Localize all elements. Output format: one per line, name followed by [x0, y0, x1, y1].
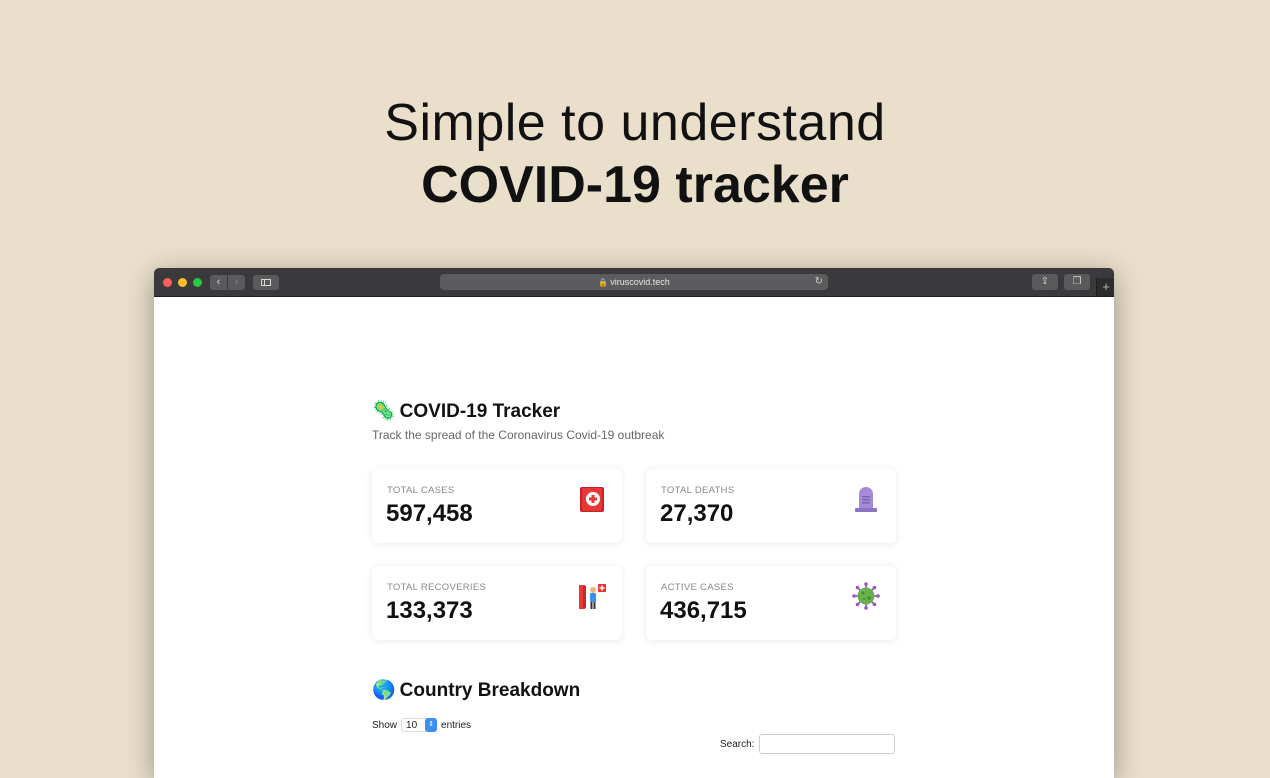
stat-value: 436,715 [660, 597, 747, 624]
reload-icon[interactable]: ↻ [815, 274, 823, 290]
stat-card-total-deaths: TOTAL DEATHS 27,370 [646, 469, 896, 543]
plus-icon: + [1102, 279, 1110, 294]
hero-line-2: COVID-19 tracker [421, 156, 849, 214]
new-tab-button[interactable]: + [1096, 278, 1114, 296]
page-subtitle: Track the spread of the Coronavirus Covi… [372, 428, 665, 442]
stat-card-total-cases: TOTAL CASES 597,458 [372, 469, 622, 543]
stat-label: TOTAL DEATHS [661, 485, 735, 496]
hero-heading: Simple to understand COVID-19 tracker [0, 92, 1270, 216]
forward-button[interactable]: › [228, 275, 245, 290]
entries-length-control: Show 10 ⇕ entries [372, 718, 471, 732]
share-icon: ⇪ [1040, 276, 1050, 287]
address-bar[interactable]: 🔒 viruscovid.tech ↻ [440, 274, 828, 290]
close-window-button[interactable] [163, 278, 172, 287]
country-breakdown-heading: 🌎 Country Breakdown [372, 678, 580, 702]
lock-icon: 🔒 [598, 278, 609, 287]
first-aid-kit-icon [578, 485, 606, 513]
search-label: Search: [720, 738, 755, 750]
chevron-right-icon: › [234, 276, 239, 288]
select-arrows-icon: ⇕ [425, 718, 438, 732]
stat-card-active-cases: ACTIVE CASES 436,715 [646, 566, 896, 640]
back-button[interactable]: ‹ [210, 275, 227, 290]
stat-value: 597,458 [386, 500, 473, 527]
browser-window: ‹ › 🔒 viruscovid.tech ↻ ⇪ ❐ + 🦠 COVID-19 T… [154, 268, 1114, 778]
page-title-text: COVID-19 Tracker [399, 401, 561, 422]
virus-icon [852, 582, 880, 610]
chevron-left-icon: ‹ [216, 276, 221, 288]
globe-icon: 🌎 [372, 680, 396, 701]
hero-line-1: Simple to understand [384, 94, 886, 152]
share-button[interactable]: ⇪ [1032, 274, 1058, 290]
tab-overview-button[interactable]: ❐ [1064, 274, 1090, 290]
sidebar-icon [261, 279, 271, 286]
person-leaving-hospital-icon [578, 582, 606, 610]
virus-icon: 🦠 [372, 401, 396, 422]
show-label: Show [372, 719, 398, 731]
stat-label: TOTAL CASES [387, 485, 455, 496]
headstone-icon [852, 485, 880, 513]
stat-value: 133,373 [386, 597, 473, 624]
tabs-icon: ❐ [1072, 276, 1082, 287]
url-text: viruscovid.tech [610, 277, 670, 287]
stat-value: 27,370 [660, 500, 734, 527]
stat-card-total-recoveries: TOTAL RECOVERIES 133,373 [372, 566, 622, 640]
page-title: 🦠 COVID-19 Tracker [372, 399, 560, 423]
entries-select-value: 10 [406, 720, 418, 731]
table-search: Search: [720, 734, 896, 754]
stat-label: TOTAL RECOVERIES [387, 582, 487, 593]
country-breakdown-title: Country Breakdown [399, 680, 581, 701]
zoom-window-button[interactable] [193, 278, 202, 287]
sidebar-toggle-button[interactable] [253, 275, 279, 290]
entries-label: entries [441, 719, 472, 731]
entries-select[interactable]: 10 ⇕ [401, 718, 438, 732]
stat-label: ACTIVE CASES [661, 582, 734, 593]
minimize-window-button[interactable] [178, 278, 187, 287]
search-input[interactable] [759, 734, 896, 754]
browser-titlebar: ‹ › 🔒 viruscovid.tech ↻ ⇪ ❐ + [154, 268, 1114, 297]
